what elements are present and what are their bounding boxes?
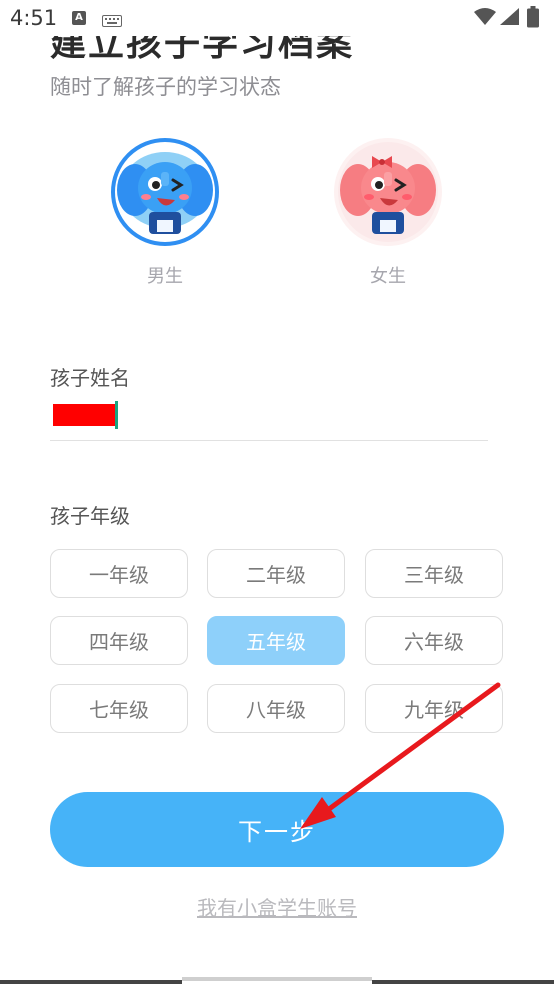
girl-elephant-icon bbox=[340, 144, 436, 240]
nav-bar-left bbox=[0, 980, 182, 984]
status-bar: 4:51 A bbox=[0, 0, 554, 36]
status-time: 4:51 bbox=[10, 6, 58, 30]
grade-button-7[interactable]: 七年级 bbox=[50, 684, 188, 733]
child-grade-label: 孩子年级 bbox=[50, 504, 130, 528]
grade-button-3[interactable]: 三年级 bbox=[365, 549, 503, 598]
notification-a-icon: A bbox=[72, 11, 86, 25]
child-name-label: 孩子姓名 bbox=[50, 366, 130, 390]
boy-label: 男生 bbox=[147, 266, 183, 287]
student-account-link[interactable]: 我有小盒学生账号 bbox=[0, 892, 554, 921]
gender-option-girl[interactable]: 女生 bbox=[332, 138, 444, 288]
grade-button-4[interactable]: 四年级 bbox=[50, 616, 188, 665]
battery-icon bbox=[527, 6, 539, 32]
nav-handle[interactable] bbox=[182, 977, 372, 981]
grade-button-8[interactable]: 八年级 bbox=[207, 684, 345, 733]
grade-button-6[interactable]: 六年级 bbox=[365, 616, 503, 665]
name-input-underline bbox=[50, 440, 488, 441]
grade-button-5[interactable]: 五年级 bbox=[207, 616, 345, 665]
grade-button-9[interactable]: 九年级 bbox=[365, 684, 503, 733]
girl-avatar[interactable] bbox=[334, 138, 442, 246]
name-input-redaction[interactable] bbox=[53, 404, 117, 426]
text-cursor bbox=[115, 401, 118, 429]
grade-button-2[interactable]: 二年级 bbox=[207, 549, 345, 598]
gender-option-boy[interactable]: 男生 bbox=[109, 138, 221, 288]
keyboard-icon bbox=[102, 12, 122, 31]
page-subtitle: 随时了解孩子的学习状态 bbox=[50, 75, 281, 99]
next-step-button[interactable]: 下一步 bbox=[50, 792, 504, 867]
grade-button-1[interactable]: 一年级 bbox=[50, 549, 188, 598]
signal-icon bbox=[500, 8, 520, 30]
screen: 4:51 A 建立孩子学习档案 随时了解孩子的学习状态 男生 女生 孩子姓名 孩… bbox=[0, 0, 554, 984]
boy-avatar[interactable] bbox=[111, 138, 219, 246]
nav-bar-right bbox=[372, 980, 554, 984]
boy-elephant-icon bbox=[117, 144, 213, 240]
girl-label: 女生 bbox=[370, 266, 406, 287]
wifi-icon bbox=[474, 8, 496, 30]
